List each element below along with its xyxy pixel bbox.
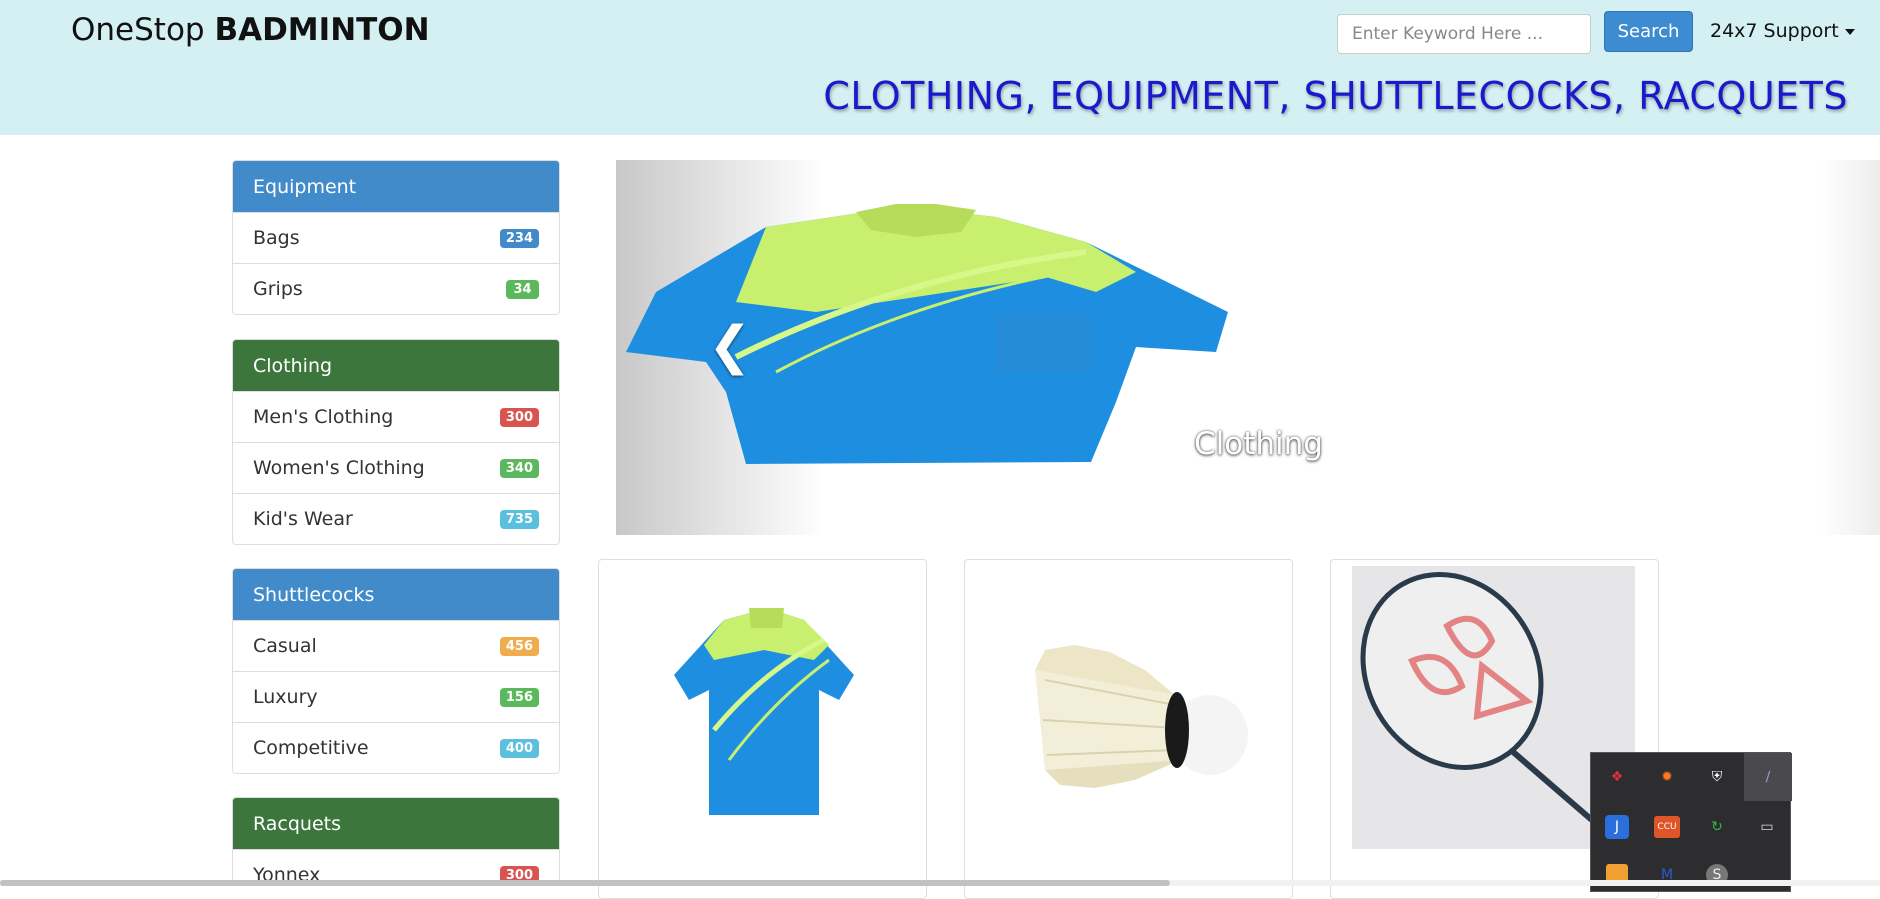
list-item-grips[interactable]: Grips 34	[233, 263, 559, 314]
list-item-label: Grips	[253, 278, 303, 300]
count-badge: 400	[499, 738, 539, 758]
count-badge: 340	[499, 458, 539, 478]
list-item-casual[interactable]: Casual 456	[233, 620, 559, 671]
horizontal-scrollbar[interactable]	[0, 880, 1880, 886]
list-item-competitive[interactable]: Competitive 400	[233, 722, 559, 773]
list-item-bags[interactable]: Bags 234	[233, 212, 559, 263]
panel-racquets: Racquets Yonnex 300	[232, 797, 560, 886]
shuttlecock-image	[1035, 645, 1248, 788]
count-badge: 735	[499, 509, 539, 529]
feather-icon[interactable]: ∕	[1744, 753, 1792, 801]
product-card-shirt[interactable]	[598, 559, 927, 899]
list-item-mens-clothing[interactable]: Men's Clothing 300	[233, 391, 559, 442]
count-badge: 234	[499, 228, 539, 248]
site-header: OneStop BADMINTON Search 24x7 Support CL…	[0, 0, 1880, 135]
search-input[interactable]	[1337, 14, 1591, 54]
panel-heading-shuttlecocks[interactable]: Shuttlecocks	[233, 569, 559, 620]
list-item-label: Kid's Wear	[253, 508, 353, 530]
panel-equipment: Equipment Bags 234 Grips 34	[232, 160, 560, 315]
green-sync-icon[interactable]: ↻	[1701, 811, 1733, 843]
list-item-label: Men's Clothing	[253, 406, 394, 428]
shirt-image	[674, 608, 854, 815]
carousel-caption: Clothing	[1194, 426, 1323, 462]
panel-heading-clothing[interactable]: Clothing	[233, 340, 559, 391]
system-tray-popup: ❖ ✹ ⛨ ∕ J CCU ↻ ▭ M S	[1590, 752, 1792, 892]
app-red-icon[interactable]: ❖	[1601, 761, 1633, 793]
panel-heading-equipment[interactable]: Equipment	[233, 161, 559, 212]
ccu-icon[interactable]: CCU	[1654, 816, 1680, 838]
hero-carousel[interactable]: ❮ Clothing	[616, 160, 1880, 535]
count-badge: 300	[499, 407, 539, 427]
list-item-label: Women's Clothing	[253, 457, 425, 479]
list-item-womens-clothing[interactable]: Women's Clothing 340	[233, 442, 559, 493]
product-card-shuttlecock[interactable]	[964, 559, 1293, 899]
panel-shuttlecocks: Shuttlecocks Casual 456 Luxury 156 Competi…	[232, 568, 560, 774]
j-app-icon[interactable]: J	[1605, 815, 1629, 839]
panel-clothing: Clothing Men's Clothing 300 Women's Cloth…	[232, 339, 560, 545]
list-item-label: Casual	[253, 635, 317, 657]
count-badge: 156	[499, 687, 539, 707]
brand-light-text: OneStop	[71, 12, 215, 48]
list-item-label: Competitive	[253, 737, 369, 759]
avast-icon[interactable]: ✹	[1651, 761, 1683, 793]
defender-shield-icon[interactable]: ⛨	[1701, 761, 1733, 793]
mcafee-icon[interactable]: M	[1651, 859, 1683, 891]
list-item-label: Bags	[253, 227, 300, 249]
list-item-kids-wear[interactable]: Kid's Wear 735	[233, 493, 559, 544]
scrollbar-thumb[interactable]	[0, 880, 1170, 886]
support-label: 24x7 Support	[1710, 20, 1839, 42]
brand-logo[interactable]: OneStop BADMINTON	[71, 12, 430, 48]
panel-heading-racquets[interactable]: Racquets	[233, 798, 559, 849]
support-dropdown[interactable]: 24x7 Support	[1710, 20, 1855, 42]
category-tagline: CLOTHING, EQUIPMENT, SHUTTLECOCKS, RACQU…	[823, 74, 1848, 118]
count-badge: 34	[506, 279, 539, 299]
chevron-left-icon[interactable]: ❮	[708, 320, 752, 372]
list-item-label: Luxury	[253, 686, 318, 708]
display-icon[interactable]: ▭	[1751, 811, 1783, 843]
list-item-luxury[interactable]: Luxury 156	[233, 671, 559, 722]
carousel-right-shade	[1820, 160, 1880, 535]
brand-bold-text: BADMINTON	[214, 12, 430, 48]
caret-down-icon	[1844, 28, 1855, 35]
count-badge: 456	[499, 636, 539, 656]
search-button[interactable]: Search	[1604, 11, 1693, 52]
